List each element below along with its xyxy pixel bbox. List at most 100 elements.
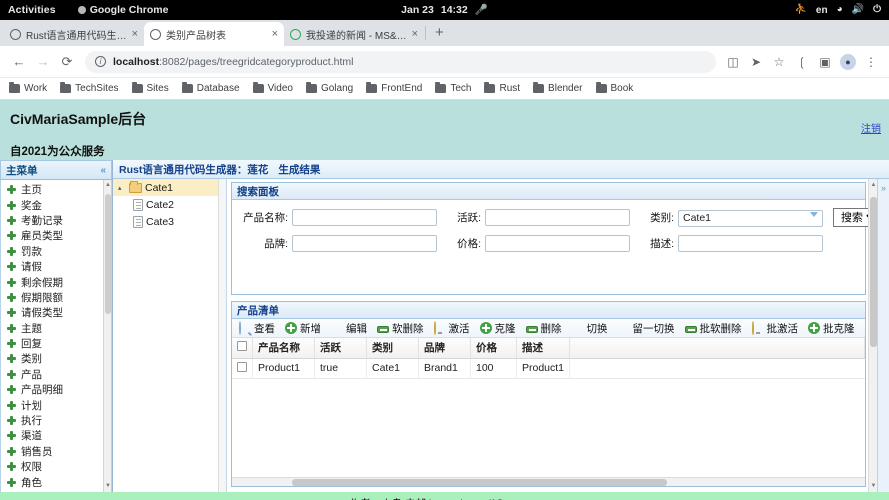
extensions-puzzle-icon[interactable]: ❲ (792, 52, 812, 72)
bookmark-item[interactable]: Database (182, 83, 240, 94)
sidebar-item-20[interactable]: 用户 (1, 490, 111, 492)
site-info-icon[interactable]: i (95, 56, 106, 67)
table-row[interactable]: Product1 true Cate1 Brand1 100 Product1 (232, 358, 865, 378)
description-input[interactable] (678, 235, 823, 252)
column-header-product-name[interactable]: 产品名称 (253, 338, 315, 358)
category-tree-panel[interactable]: ▴ Cate1 Cate2 Cate3 (113, 179, 227, 492)
view-button[interactable]: 查看 (235, 321, 279, 336)
chrome-menu-icon[interactable]: ⋮ (861, 52, 881, 72)
sidebar-item-6[interactable]: 剩余假期 (1, 274, 111, 289)
browser-tab-0[interactable]: Rust语言通用代码生成器 × (4, 22, 144, 46)
batch-soft-delete-button[interactable]: 批软删除 (681, 321, 746, 336)
main-menu-list[interactable]: 主页 奖金 考勤记录 雇员类型 罚款 请假 剩余假期 假期限额 请假类型 主题 … (0, 180, 112, 492)
sidebar-item-7[interactable]: 假期限额 (1, 290, 111, 305)
column-header-description[interactable]: 描述 (517, 338, 570, 358)
brand-input[interactable] (292, 235, 437, 252)
bookmark-item[interactable]: FrontEnd (366, 83, 422, 94)
active-input[interactable] (485, 209, 630, 226)
grid-hscroll-thumb[interactable] (292, 479, 667, 486)
address-bar[interactable]: i localhost:8082/pages/treegridcategoryp… (85, 51, 716, 73)
share-icon[interactable]: ➤ (746, 52, 766, 72)
keep-one-toggle-button[interactable]: 留一切换 (614, 321, 679, 336)
tree-expand-arrow-icon[interactable]: ▴ (118, 184, 126, 192)
activate-button[interactable]: 激活 (430, 321, 474, 336)
tree-node-cate3[interactable]: Cate3 (113, 213, 226, 230)
forward-button[interactable]: → (32, 51, 54, 73)
bookmark-item[interactable]: Golang (306, 83, 353, 94)
sidebar-item-16[interactable]: 渠道 (1, 428, 111, 443)
collapse-left-icon[interactable]: « (100, 165, 106, 176)
activities-button[interactable]: Activities (8, 4, 56, 16)
clone-button[interactable]: 克隆 (476, 321, 520, 336)
sidebar-item-14[interactable]: 计划 (1, 397, 111, 412)
category-combo[interactable] (678, 208, 823, 227)
keyboard-layout-label[interactable]: en (816, 5, 828, 16)
sidebar-item-1[interactable]: 奖金 (1, 197, 111, 212)
search-action-select[interactable]: 搜索 (833, 208, 868, 227)
reload-button[interactable]: ⟳ (56, 51, 78, 73)
new-tab-button[interactable]: + (427, 24, 452, 43)
battery-icon[interactable]: ⏻ (873, 5, 881, 15)
checkbox-icon[interactable] (237, 362, 247, 372)
bookmark-item[interactable]: Video (253, 83, 293, 94)
bookmark-item[interactable]: Work (9, 83, 47, 94)
tree-node-cate1[interactable]: ▴ Cate1 (113, 179, 226, 196)
sidebar-item-13[interactable]: 产品明细 (1, 382, 111, 397)
bookmark-item[interactable]: TechSites (60, 83, 118, 94)
scroll-up-arrow-icon[interactable]: ▲ (105, 182, 111, 189)
os-status-area[interactable]: ⛹ en ◕ 🔊 ⏻ (794, 5, 881, 16)
scroll-down-arrow-icon[interactable]: ▼ (870, 482, 877, 490)
sidebar-item-12[interactable]: 产品 (1, 367, 111, 382)
sidebar-item-5[interactable]: 请假 (1, 259, 111, 274)
bookmark-item[interactable]: Blender (533, 83, 582, 94)
menu-scrollbar-thumb[interactable] (105, 194, 111, 314)
sidebar-item-2[interactable]: 考勤记录 (1, 213, 111, 228)
batch-delete-button[interactable]: 批删除 (861, 321, 866, 336)
logout-link[interactable]: 注销 (861, 120, 881, 135)
chevron-down-icon[interactable] (810, 212, 818, 217)
sidebar-item-9[interactable]: 主题 (1, 321, 111, 336)
browser-tab-2[interactable]: 我投递的新闻 - MS&A(M... × (284, 22, 424, 46)
sidebar-item-15[interactable]: 执行 (1, 413, 111, 428)
bookmark-item[interactable]: Rust (484, 83, 520, 94)
soft-delete-button[interactable]: 软删除 (373, 321, 428, 336)
profile-avatar-icon[interactable]: ● (838, 52, 858, 72)
batch-clone-button[interactable]: 批克隆 (804, 321, 859, 336)
bookmark-item[interactable]: Tech (435, 83, 471, 94)
column-header-brand[interactable]: 品牌 (419, 338, 471, 358)
sidebar-item-8[interactable]: 请假类型 (1, 305, 111, 320)
select-all-header[interactable] (232, 338, 253, 358)
back-button[interactable]: ← (8, 51, 30, 73)
toggle-button[interactable]: 切换 (568, 321, 612, 336)
sidebar-item-4[interactable]: 罚款 (1, 244, 111, 259)
sidebar-item-17[interactable]: 销售员 (1, 444, 111, 459)
price-input[interactable] (485, 235, 630, 252)
sidebar-item-10[interactable]: 回复 (1, 336, 111, 351)
active-app-indicator[interactable]: Google Chrome (78, 4, 169, 16)
tab-close-icon[interactable]: × (272, 28, 278, 40)
bookmark-item[interactable]: Book (596, 83, 634, 94)
menu-scrollbar[interactable]: ▲ ▼ (103, 180, 111, 492)
sidebar-item-0[interactable]: 主页 (1, 182, 111, 197)
product-name-input[interactable] (292, 209, 437, 226)
sidebar-item-19[interactable]: 角色 (1, 474, 111, 489)
checkbox-icon[interactable] (237, 341, 247, 351)
column-header-price[interactable]: 价格 (471, 338, 517, 358)
right-collapse-strip[interactable]: » (877, 179, 889, 492)
column-header-active[interactable]: 活跃 (315, 338, 367, 358)
browser-tab-1[interactable]: 类别产品树表 × (144, 22, 284, 46)
page-vscroll-thumb[interactable] (870, 197, 877, 347)
wifi-icon[interactable]: ◕ (837, 5, 843, 15)
edit-button[interactable]: 编辑 (327, 321, 371, 336)
volume-icon[interactable]: 🔊 (852, 5, 864, 15)
column-header-category[interactable]: 类别 (367, 338, 419, 358)
bookmark-item[interactable]: Sites (132, 83, 169, 94)
tab-close-icon[interactable]: × (412, 28, 418, 40)
sidebar-item-18[interactable]: 权限 (1, 459, 111, 474)
sidebar-item-11[interactable]: 类别 (1, 351, 111, 366)
tree-scrollbar[interactable] (218, 179, 226, 492)
generated-result-link[interactable]: 生成结果 (278, 162, 320, 177)
add-button[interactable]: 新增 (281, 321, 325, 336)
tree-node-cate2[interactable]: Cate2 (113, 196, 226, 213)
accessibility-icon[interactable]: ⛹ (794, 5, 806, 15)
